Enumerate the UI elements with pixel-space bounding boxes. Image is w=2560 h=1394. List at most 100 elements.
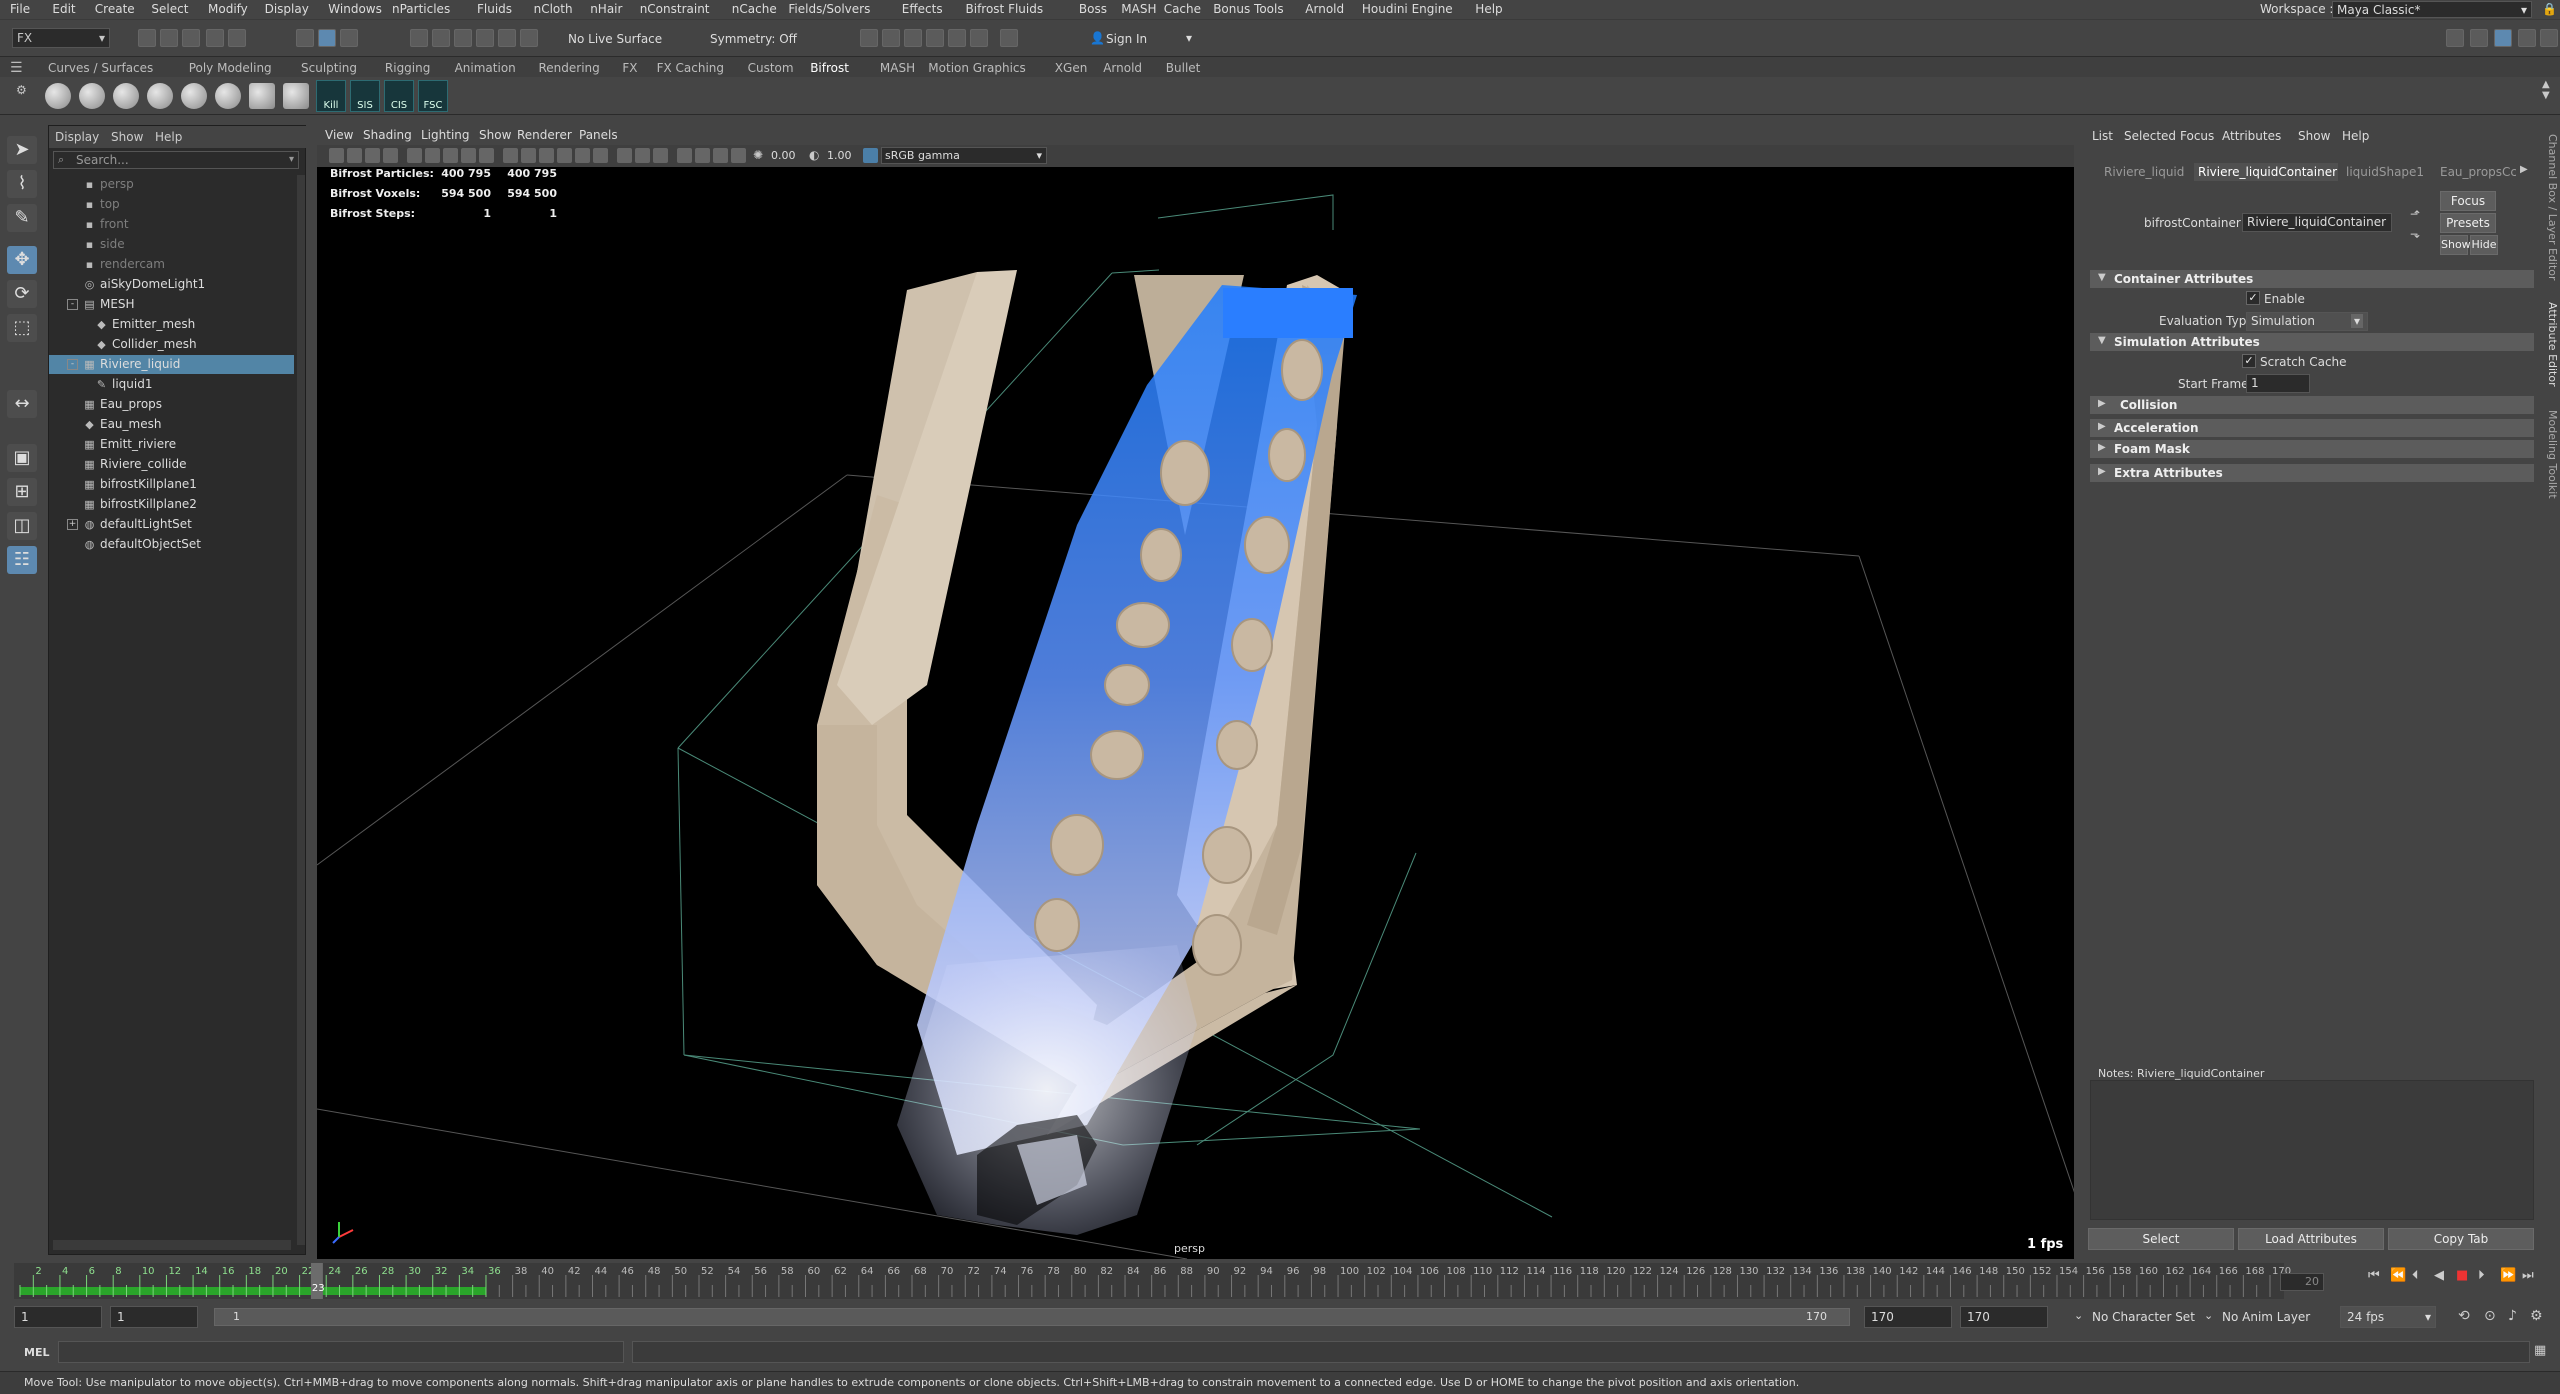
shelf-menu-icon[interactable]: ☰: [10, 60, 23, 76]
shelf-tab-arnold[interactable]: Arnold: [1103, 61, 1142, 75]
menu-modify[interactable]: Modify: [208, 2, 248, 16]
menu-nparticles[interactable]: nParticles: [392, 2, 450, 16]
shelf-tab-bullet[interactable]: Bullet: [1166, 61, 1201, 75]
viewport-menu-panels[interactable]: Panels: [579, 128, 618, 142]
gear-icon[interactable]: ⚙: [16, 83, 27, 97]
sound-icon[interactable]: ♪: [2508, 1308, 2517, 1324]
menu-boss[interactable]: Boss: [1079, 2, 1107, 16]
menu-bonus-tools[interactable]: Bonus Tools: [1213, 2, 1283, 16]
single-view-icon[interactable]: ▣: [7, 444, 37, 472]
gate-mask-icon[interactable]: [461, 148, 476, 163]
outliner-item-front[interactable]: ▪ front: [49, 215, 294, 234]
chevron-down-icon[interactable]: ▾: [1186, 31, 1192, 45]
bifrost-mesh-icon[interactable]: [249, 83, 275, 109]
shelf-tab-rigging[interactable]: Rigging: [385, 61, 430, 75]
snap-point-icon[interactable]: [454, 29, 472, 47]
snap-view-icon[interactable]: [520, 29, 538, 47]
layout-attr-icon[interactable]: [2540, 29, 2558, 47]
script-editor-icon[interactable]: ▦: [2534, 1343, 2546, 1358]
xray-joints-icon[interactable]: [713, 148, 728, 163]
load-attributes-button[interactable]: Load Attributes: [2238, 1228, 2384, 1250]
menu-select[interactable]: Select: [151, 2, 188, 16]
paint-select-icon[interactable]: ✎: [7, 204, 37, 232]
outliner-item-persp[interactable]: ▪ persp: [49, 175, 294, 194]
outliner-hscrollbar[interactable]: [53, 1240, 291, 1250]
shelf-tab-fx[interactable]: FX: [622, 61, 637, 75]
menu-ncloth[interactable]: nCloth: [534, 2, 573, 16]
shelf-tab-motion-graphics[interactable]: Motion Graphics: [928, 61, 1026, 75]
menu-cache[interactable]: Cache: [1164, 2, 1201, 16]
arnold-render-icon[interactable]: [970, 29, 988, 47]
bifrost-guide-icon[interactable]: [283, 83, 309, 109]
collapse-icon[interactable]: -: [67, 299, 78, 310]
focus-input-icon[interactable]: ⬏: [2410, 207, 2420, 221]
snap-plane-icon[interactable]: [476, 29, 494, 47]
bookmark-icon[interactable]: [365, 148, 380, 163]
film-gate-icon[interactable]: [425, 148, 440, 163]
shelf-tab-mash[interactable]: MASH: [880, 61, 915, 75]
mel-label[interactable]: MEL: [24, 1346, 49, 1359]
playback-start-field[interactable]: 1: [110, 1306, 198, 1328]
render-settings-icon[interactable]: [904, 29, 922, 47]
section-collision[interactable]: ▶ Collision: [2090, 396, 2534, 414]
gamma-value[interactable]: 1.00: [827, 149, 852, 162]
smooth-shade-icon[interactable]: [521, 148, 536, 163]
section-foam-mask[interactable]: ▶ Foam Mask: [2090, 440, 2534, 458]
outliner-menu-help[interactable]: Help: [155, 130, 182, 144]
new-scene-icon[interactable]: [138, 29, 156, 47]
attr-tab-riviere-liquid[interactable]: Riviere_liquid: [2100, 163, 2190, 181]
viewport-3d[interactable]: Bifrost Particles: 400 795 400 795 Bifrost …: [317, 125, 2074, 1259]
shelf-tab-animation[interactable]: Animation: [455, 61, 516, 75]
shelf-scroll-icon[interactable]: ▲ ▼: [2542, 79, 2550, 101]
focus-output-icon[interactable]: ⬎: [2410, 227, 2420, 241]
outliner-item-riviere-collide[interactable]: ▦ Riviere_collide: [49, 455, 294, 474]
layout-outliner-icon[interactable]: [2518, 29, 2536, 47]
open-scene-icon[interactable]: [160, 29, 178, 47]
outliner-item-riviere-liquid[interactable]: - ▦ Riviere_liquid: [49, 355, 294, 374]
hide-button[interactable]: Hide: [2470, 235, 2498, 255]
bifrost-collider-icon[interactable]: [147, 83, 173, 109]
collapse-icon[interactable]: -: [67, 359, 78, 370]
outliner-item-emitt-riviere[interactable]: ▦ Emitt_riviere: [49, 435, 294, 454]
channel-box-tab[interactable]: Channel Box / Layer Editor: [2543, 134, 2559, 281]
resolution-gate-icon[interactable]: [443, 148, 458, 163]
textured-icon[interactable]: [557, 148, 572, 163]
lock-icon[interactable]: 🔒: [2542, 2, 2557, 16]
outliner-item-liquid1[interactable]: ✎ liquid1: [49, 375, 294, 394]
notes-textarea[interactable]: [2090, 1080, 2534, 1220]
section-extra-attributes[interactable]: ▶ Extra Attributes: [2090, 464, 2534, 482]
render-view-icon[interactable]: [882, 29, 900, 47]
eval-type-dropdown[interactable]: Simulation ▾: [2246, 312, 2368, 331]
auto-key-icon[interactable]: ⊙: [2484, 1308, 2496, 1324]
bifrost-liquid-icon[interactable]: [45, 83, 71, 109]
menu-ncache[interactable]: nCache: [732, 2, 777, 16]
step-forward-frame-icon[interactable]: ⏵: [2478, 1268, 2485, 1283]
attribute-editor-tab[interactable]: Attribute Editor: [2543, 302, 2559, 387]
lights-icon[interactable]: [575, 148, 590, 163]
outliner-item-defaultlightset[interactable]: + ◍ defaultLightSet: [49, 515, 294, 534]
camera-attr-icon[interactable]: [347, 148, 362, 163]
viewport-menu-show[interactable]: Show: [479, 128, 511, 142]
menu-display[interactable]: Display: [265, 2, 309, 16]
layout-quad-icon[interactable]: [2470, 29, 2488, 47]
go-to-start-icon[interactable]: ⏮: [2368, 1268, 2380, 1283]
command-input[interactable]: [58, 1341, 624, 1363]
outliner-item-side[interactable]: ▪ side: [49, 235, 294, 254]
menu-fluids[interactable]: Fluids: [477, 2, 512, 16]
outliner-item-top[interactable]: ▪ top: [49, 195, 294, 214]
render-frame-icon[interactable]: [860, 29, 878, 47]
antialias-icon[interactable]: [635, 148, 650, 163]
attr-tab-liquidshape1[interactable]: liquidShape1: [2342, 163, 2432, 181]
snap-surface-icon[interactable]: [498, 29, 516, 47]
enable-checkbox[interactable]: ✓: [2246, 291, 2260, 305]
lasso-tool-icon[interactable]: ⌇: [7, 170, 37, 198]
bifrost-foam-icon[interactable]: [215, 83, 241, 109]
outliner-menu-show[interactable]: Show: [111, 130, 143, 144]
menuset-dropdown[interactable]: FX ▾: [12, 28, 110, 48]
current-frame-field[interactable]: 20: [2280, 1273, 2324, 1291]
menu-effects[interactable]: Effects: [902, 2, 943, 16]
select-component-icon[interactable]: [340, 29, 358, 47]
menu-help[interactable]: Help: [1475, 2, 1502, 16]
outliner-item-mesh[interactable]: - ▤ MESH: [49, 295, 294, 314]
section-container-attributes[interactable]: ▼ Container Attributes: [2090, 270, 2534, 288]
